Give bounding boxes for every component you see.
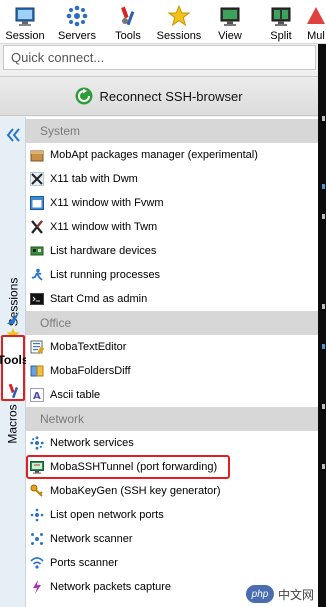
window-icon — [30, 196, 44, 210]
tab-macros[interactable]: Macros — [0, 389, 26, 459]
tool-item-open-ports[interactable]: List open network ports — [26, 503, 318, 527]
tools-panel: System MobApt packages manager (experime… — [26, 117, 318, 607]
servers-icon — [66, 5, 88, 27]
terminal-fragment — [322, 184, 325, 189]
multiexec-button[interactable]: Mul — [306, 0, 326, 44]
section-header-system: System — [26, 119, 318, 143]
packets-icon — [33, 580, 41, 594]
network-services-icon — [30, 436, 44, 450]
section-header-network: Network — [26, 407, 318, 431]
terminal-fragment — [322, 304, 325, 309]
terminal-fragment — [322, 116, 325, 121]
terminal-fragment — [322, 214, 325, 219]
session-button[interactable]: Session — [3, 0, 47, 44]
tool-item-keygen[interactable]: MobaKeyGen (SSH key generator) — [26, 479, 318, 503]
wifi-icon — [30, 557, 44, 569]
key-icon — [30, 484, 43, 497]
quick-connect-input[interactable] — [4, 46, 315, 69]
view-icon — [219, 5, 241, 27]
servers-button[interactable]: Servers — [55, 0, 99, 44]
folders-diff-icon — [30, 365, 44, 377]
watermark-logo: php — [246, 585, 274, 603]
terminal-fragment — [322, 344, 325, 349]
tool-item-cmd-admin[interactable]: Start Cmd as admin — [26, 287, 318, 311]
split-button[interactable]: Split — [266, 0, 296, 44]
session-icon — [14, 5, 36, 27]
terminal-fragment — [322, 404, 325, 409]
section-header-office: Office — [26, 311, 318, 335]
tools-icon — [117, 5, 139, 27]
tab-sessions[interactable]: Sessions — [0, 269, 26, 335]
view-button[interactable]: View — [214, 0, 246, 44]
tool-item-x11-twm[interactable]: X11 window with Twm — [26, 215, 318, 239]
sessions-button[interactable]: Sessions — [155, 0, 203, 44]
terminal-fragment — [322, 464, 325, 469]
tool-item-mobapt[interactable]: MobApt packages manager (experimental) — [26, 143, 318, 167]
tool-item-ascii-table[interactable]: A Ascii table — [26, 383, 318, 407]
tool-item-processes[interactable]: List running processes — [26, 263, 318, 287]
watermark-text: 中文网 — [278, 587, 315, 602]
running-icon — [31, 268, 43, 281]
star-icon — [168, 5, 190, 27]
refresh-icon — [75, 87, 93, 105]
split-icon — [270, 5, 292, 27]
cmd-icon — [30, 293, 44, 305]
ports-icon — [30, 508, 44, 522]
highlight-box-ssh-tunnel — [26, 455, 230, 479]
x11-icon — [31, 220, 43, 234]
tool-item-network-services[interactable]: Network services — [26, 431, 318, 455]
terminal-edge — [318, 44, 326, 607]
tools-button[interactable]: Tools — [110, 0, 146, 44]
reconnect-ssh-browser-button[interactable]: Reconnect SSH-browser — [0, 76, 318, 116]
svg-text:A: A — [33, 391, 41, 402]
package-icon — [30, 150, 44, 162]
ascii-icon: A — [30, 388, 44, 402]
watermark: php 中文网 — [246, 584, 314, 604]
tool-item-x11-fvwm[interactable]: X11 window with Fvwm — [26, 191, 318, 215]
tool-item-textEditor[interactable]: MobaTextEditor — [26, 335, 318, 359]
network-scanner-icon — [31, 533, 43, 545]
x11-icon — [30, 172, 44, 186]
tool-item-network-scanner[interactable]: Network scanner — [26, 527, 318, 551]
sidebar-vertical-tabs: Sessions Tools Macros — [0, 117, 29, 607]
main-toolbar: Session Servers Tools Sessions View Spli… — [0, 0, 326, 44]
hardware-icon — [30, 246, 44, 256]
macro-icon — [7, 312, 19, 324]
multiexec-icon — [306, 5, 326, 27]
tool-item-hardware[interactable]: List hardware devices — [26, 239, 318, 263]
tool-item-folders-diff[interactable]: MobaFoldersDiff — [26, 359, 318, 383]
tool-item-ports-scanner[interactable]: Ports scanner — [26, 551, 318, 575]
collapse-sidebar-icon[interactable] — [4, 126, 22, 144]
tool-item-x11-dwm[interactable]: X11 tab with Dwm — [26, 167, 318, 191]
text-editor-icon — [30, 340, 44, 354]
quick-connect-box — [3, 45, 316, 70]
